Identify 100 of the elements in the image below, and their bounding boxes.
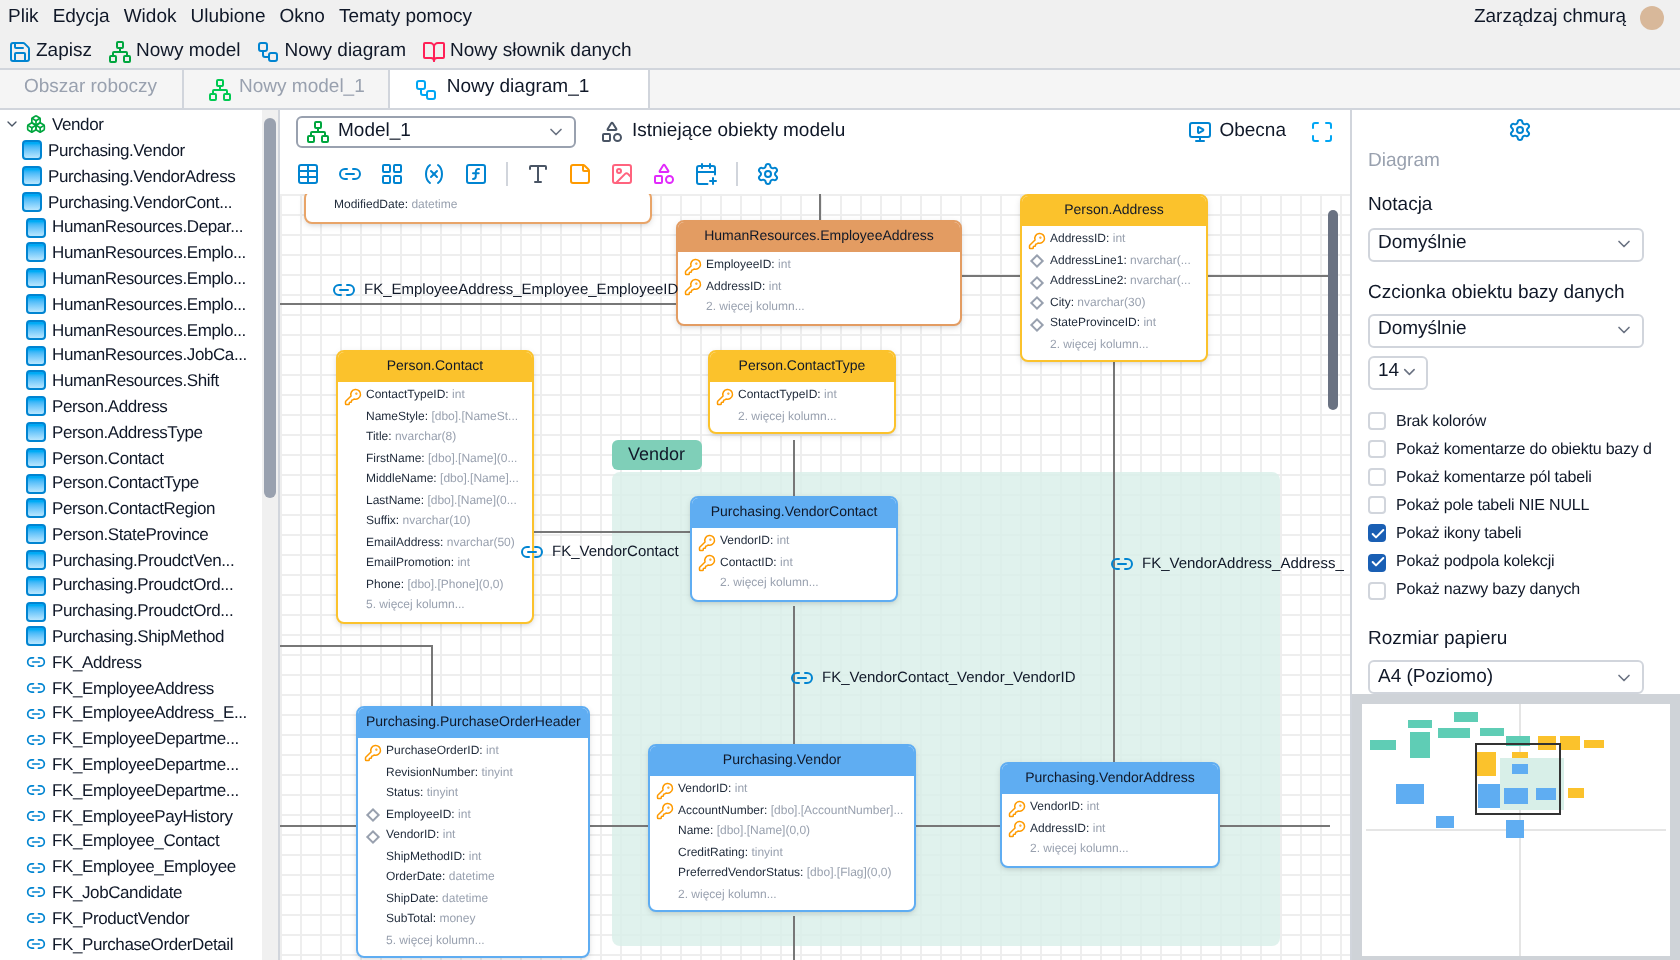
checkbox[interactable] xyxy=(1368,553,1386,572)
tree-item[interactable]: FK_Employee_Employee xyxy=(52,858,236,876)
tree-item[interactable]: FK_EmployeeAddress_E... xyxy=(52,704,247,722)
link-icon xyxy=(790,666,814,690)
menu-item[interactable]: Tematy pomocy xyxy=(338,7,472,27)
table-icon[interactable] xyxy=(296,162,320,186)
tree-item[interactable]: Person.Address xyxy=(52,397,168,415)
tree-item[interactable]: Purchasing.Vendor xyxy=(48,141,185,159)
paper-size-select[interactable]: A4 (Poziomo) xyxy=(1368,660,1644,695)
scrollbar[interactable] xyxy=(1328,210,1338,410)
existing-objects-button[interactable]: Istniejące obiekty modelu xyxy=(600,117,846,147)
relationship-line[interactable] xyxy=(819,194,821,221)
model-select[interactable]: Model_1 xyxy=(296,116,576,148)
toolbar-button[interactable]: Nowy diagram xyxy=(256,39,406,63)
note-icon[interactable] xyxy=(568,162,592,186)
font-select[interactable]: Domyślnie xyxy=(1368,313,1644,348)
tree-item[interactable]: Purchasing.ProudctVen... xyxy=(52,551,235,569)
view-icon[interactable] xyxy=(380,162,404,186)
tree-item[interactable]: FK_EmployeeAddress xyxy=(52,679,214,697)
key-icon xyxy=(698,533,716,552)
tree-item[interactable]: HumanResources.Shift xyxy=(52,372,219,390)
toolbar-button[interactable]: Nowy model xyxy=(107,39,241,63)
table-icon xyxy=(26,498,46,519)
key-icon xyxy=(1008,820,1026,839)
link-icon xyxy=(1110,552,1134,576)
tree-item[interactable]: FK_EmployeeDepartme... xyxy=(52,781,239,799)
checkbox[interactable] xyxy=(1368,524,1386,543)
checkbox[interactable] xyxy=(1368,468,1386,487)
relationship-line[interactable] xyxy=(587,825,649,827)
tree-item[interactable]: Purchasing.VendorAdress xyxy=(48,167,236,185)
tree-item[interactable]: FK_ProductVendor xyxy=(52,909,190,927)
key-icon xyxy=(684,278,702,297)
key-icon xyxy=(716,387,734,406)
current-button[interactable]: Obecna xyxy=(1187,117,1286,147)
checkbox[interactable] xyxy=(1368,581,1386,600)
diagram-canvas[interactable] xyxy=(280,194,1350,960)
tree-item[interactable]: HumanResources.Emplo... xyxy=(52,244,246,262)
notation-select[interactable]: Domyślnie xyxy=(1368,227,1644,261)
menu-item[interactable]: Okno xyxy=(279,7,325,27)
tree-item[interactable]: Purchasing.ShipMethod xyxy=(52,628,225,646)
font-size-select[interactable]: 14 xyxy=(1368,355,1428,390)
avatar[interactable] xyxy=(1640,5,1664,29)
tree-item[interactable]: Person.ContactType xyxy=(52,474,199,492)
tree-item[interactable]: FK_Employee_Contact xyxy=(52,832,220,850)
table-card[interactable] xyxy=(356,706,591,958)
link-icon[interactable] xyxy=(338,162,362,186)
menu-item[interactable]: Ulubione xyxy=(190,7,266,27)
tree-item[interactable]: FK_EmployeePayHistory xyxy=(52,807,233,825)
settings-icon[interactable] xyxy=(1508,118,1532,142)
tree-item[interactable]: HumanResources.Emplo... xyxy=(52,269,246,287)
scrollbar[interactable] xyxy=(262,110,278,960)
add-icon[interactable] xyxy=(694,162,718,186)
account-link[interactable]: Zarządzaj chmurą xyxy=(1473,7,1626,27)
table-card[interactable] xyxy=(336,350,534,623)
tree-item[interactable]: Person.AddressType xyxy=(52,423,203,441)
toolbar-button[interactable]: Zapisz xyxy=(8,39,92,63)
key-icon xyxy=(656,781,674,800)
menu-item[interactable]: Edycja xyxy=(52,7,110,27)
fullscreen-icon[interactable] xyxy=(1310,120,1334,144)
tree-item[interactable]: Purchasing.ProudctOrd... xyxy=(52,576,234,594)
toolbar-button[interactable]: Nowy słownik danych xyxy=(421,39,632,63)
tab[interactable]: Nowy diagram_1 xyxy=(390,70,651,108)
tree-item[interactable]: HumanResources.Emplo... xyxy=(52,295,246,313)
relationship-line[interactable] xyxy=(793,439,795,497)
group-label[interactable]: Vendor xyxy=(612,440,702,470)
tree-item[interactable]: HumanResources.JobCa... xyxy=(52,346,247,364)
shapes-icon[interactable] xyxy=(652,162,676,186)
menu-item[interactable]: Plik xyxy=(8,7,39,27)
text-icon[interactable] xyxy=(526,162,550,186)
relationship-line[interactable] xyxy=(961,275,1021,277)
tree-item[interactable]: Purchasing.VendorCont... xyxy=(48,193,233,211)
tree-item[interactable]: Person.Contact xyxy=(52,449,164,466)
tree-item[interactable]: Person.StateProvince xyxy=(52,525,209,543)
tree-item[interactable]: FK_JobCandidate xyxy=(52,884,183,902)
menu-item[interactable]: Widok xyxy=(123,7,177,27)
tree-item[interactable]: FK_EmployeeDepartme... xyxy=(52,730,239,748)
tree-item[interactable]: HumanResources.Emplo... xyxy=(52,321,246,339)
relationship-line[interactable] xyxy=(280,645,433,707)
function-icon[interactable] xyxy=(464,162,488,186)
table-icon xyxy=(26,626,46,647)
checkbox-label: Pokaż ikony tabeli xyxy=(1396,525,1522,542)
link-icon xyxy=(26,831,46,852)
tree-item[interactable]: FK_PurchaseOrderDetail xyxy=(52,935,234,953)
checkbox-label: Pokaż nazwy bazy danych xyxy=(1396,582,1580,599)
tree-item[interactable]: FK_Address xyxy=(52,653,142,671)
variable-icon[interactable] xyxy=(422,162,446,186)
tree-item[interactable]: Person.ContactRegion xyxy=(52,500,216,518)
field-label: Czcionka obiektu bazy danych xyxy=(1368,279,1627,307)
objects-icon xyxy=(600,120,624,144)
key-icon xyxy=(1028,231,1046,250)
checkbox[interactable] xyxy=(1368,440,1386,459)
table-icon xyxy=(26,575,46,596)
tree-item[interactable]: Purchasing.ProudctOrd... xyxy=(52,602,234,620)
checkbox[interactable] xyxy=(1368,496,1386,515)
tree-item[interactable]: FK_EmployeeDepartme... xyxy=(52,756,239,774)
checkbox-label: Brak kolorów xyxy=(1396,413,1487,430)
tree-item[interactable]: HumanResources.Depar... xyxy=(52,218,244,236)
checkbox[interactable] xyxy=(1368,412,1386,431)
image-icon[interactable] xyxy=(610,162,634,186)
tree-item[interactable]: Vendor xyxy=(52,116,104,134)
